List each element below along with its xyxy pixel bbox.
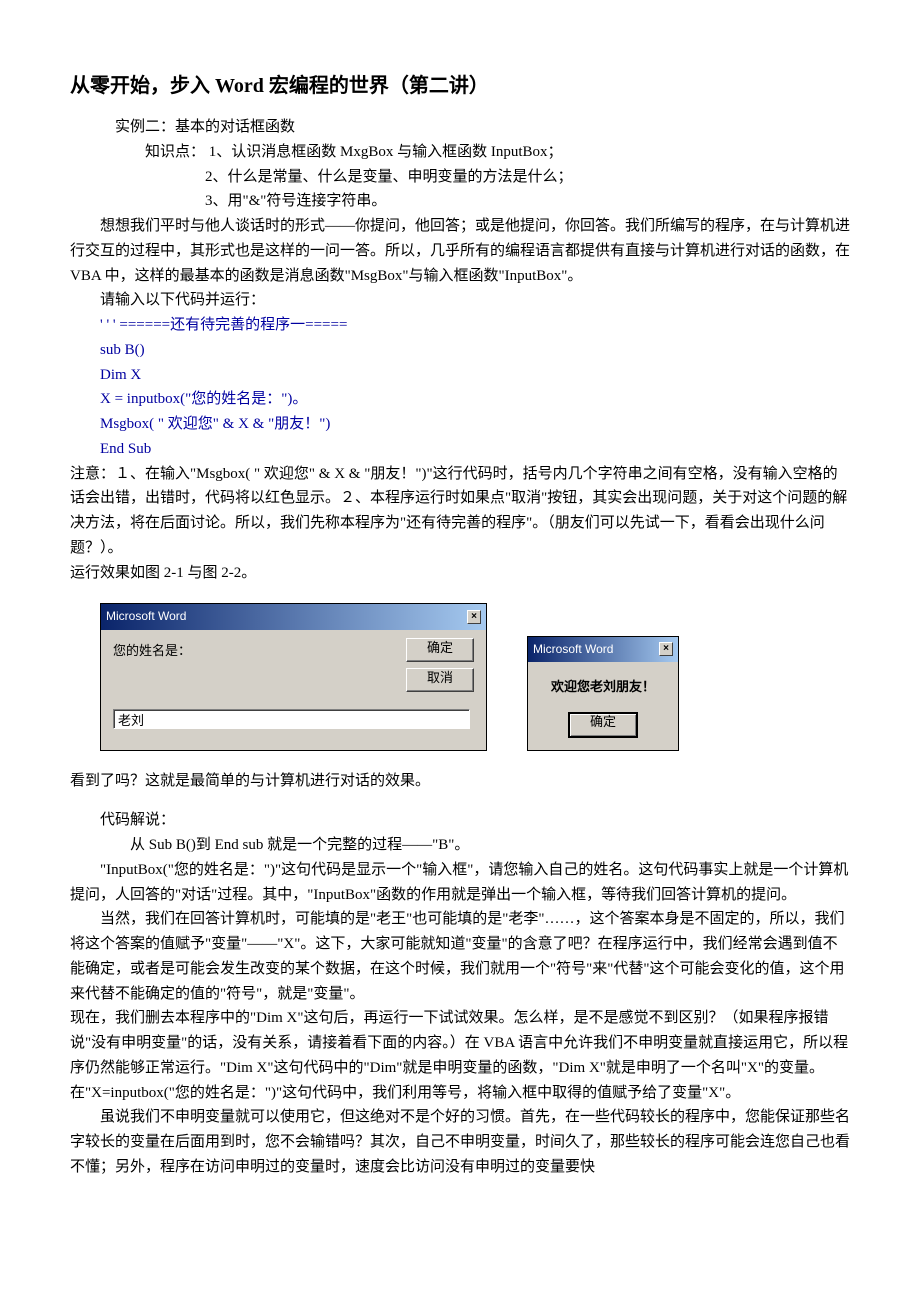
note-paragraph: 注意：１、在输入"Msgbox( " 欢迎您" & X & "朋友！")"这行代…	[70, 462, 850, 561]
message-dialog: Microsoft Word × 欢迎您老刘朋友！ 确定	[527, 636, 679, 751]
code-line: ' ' ' ======还有待完善的程序一=====	[100, 313, 850, 338]
knowledge-point-3: 3、用"&"符号连接字符串。	[205, 189, 850, 214]
explain-p1: 从 Sub B()到 End sub 就是一个完整的过程——"B"。	[130, 833, 850, 858]
explain-p4: 现在，我们删去本程序中的"Dim X"这句后，再运行一下试试效果。怎么样，是不是…	[70, 1006, 850, 1105]
close-icon[interactable]: ×	[659, 642, 673, 656]
example-label: 实例二：基本的对话框函数	[115, 115, 850, 140]
knowledge-point-1: 1、认识消息框函数 MxgBox 与输入框函数 InputBox；	[209, 144, 563, 160]
explain-p2: "InputBox("您的姓名是：")"这句代码是显示一个"输入框"，请您输入自…	[70, 858, 850, 908]
explain-p3: 当然，我们在回答计算机时，可能填的是"老王"也可能填的是"老李"……，这个答案本…	[70, 907, 850, 1006]
knowledge-point-2: 2、什么是常量、什么是变量、申明变量的方法是什么；	[205, 165, 850, 190]
page-title: 从零开始，步入 Word 宏编程的世界（第二讲）	[70, 70, 850, 103]
code-line: Dim X	[100, 363, 850, 388]
explain-p5: 虽说我们不申明变量就可以使用它，但这绝对不是个好的习惯。首先，在一些代码较长的程…	[70, 1105, 850, 1179]
dialog-title: Microsoft Word	[106, 607, 186, 627]
close-icon[interactable]: ×	[467, 610, 481, 624]
knowledge-line: 知识点： 1、认识消息框函数 MxgBox 与输入框函数 InputBox；	[145, 140, 850, 165]
runeffect-label: 运行效果如图 2-1 与图 2-2。	[70, 561, 850, 586]
code-line: Msgbox( " 欢迎您" & X & "朋友！")	[100, 412, 850, 437]
code-prompt: 请输入以下代码并运行：	[100, 288, 850, 313]
input-dialog: Microsoft Word × 您的姓名是： 确定 取消	[100, 603, 487, 750]
message-text: 欢迎您老刘朋友！	[538, 676, 668, 697]
ok-button[interactable]: 确定	[406, 638, 474, 662]
code-line: sub B()	[100, 338, 850, 363]
dialog-titlebar: Microsoft Word ×	[528, 637, 678, 663]
dialog-titlebar: Microsoft Word ×	[101, 604, 486, 630]
code-line: End Sub	[100, 437, 850, 462]
dialog-title: Microsoft Word	[533, 640, 613, 660]
knowledge-label: 知识点：	[145, 144, 205, 160]
name-input[interactable]	[113, 709, 470, 729]
after-dialog-text: 看到了吗？这就是最简单的与计算机进行对话的效果。	[70, 769, 850, 794]
intro-paragraph: 想想我们平时与他人谈话时的形式——你提问，他回答；或是他提问，你回答。我们所编写…	[70, 214, 850, 288]
ok-button[interactable]: 确定	[568, 712, 638, 738]
explain-header: 代码解说：	[70, 808, 850, 833]
dialog-screenshots: Microsoft Word × 您的姓名是： 确定 取消 Microsoft …	[100, 603, 850, 750]
cancel-button[interactable]: 取消	[406, 668, 474, 692]
code-line: X = inputbox("您的姓名是：")。	[100, 387, 850, 412]
